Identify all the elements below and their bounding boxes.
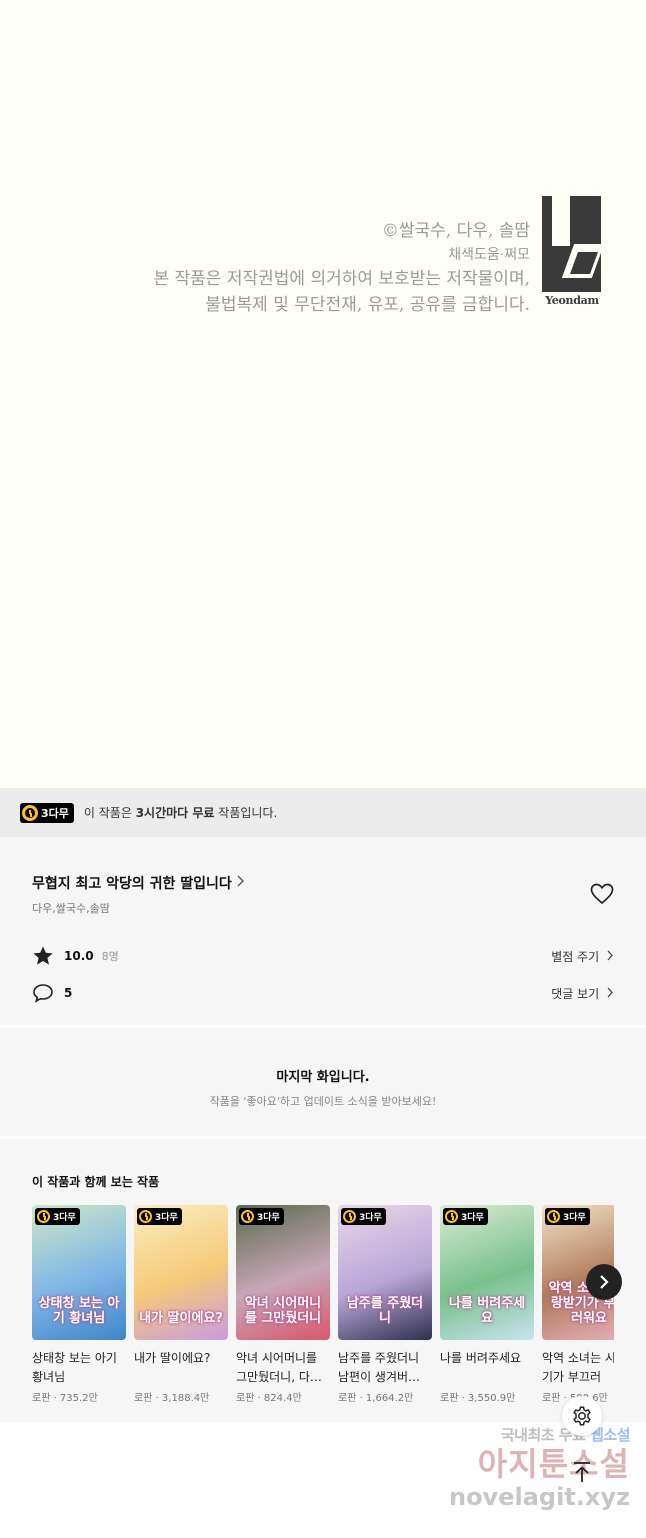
- publisher-logo: Yeondam: [542, 196, 602, 308]
- rating-value: 10.0: [64, 949, 94, 963]
- 3dam-badge: 3다무: [239, 1208, 284, 1225]
- 3dam-badge: 3다무: [545, 1208, 590, 1225]
- clock-icon: [445, 1210, 458, 1223]
- badge-label: 3다무: [563, 1213, 586, 1223]
- rec-cover: 3다무 남주를 주웠더니: [338, 1205, 432, 1340]
- rec-cover: 3다무 내가 딸이에요?: [134, 1205, 228, 1340]
- 3dam-badge: 3다무: [137, 1208, 182, 1225]
- recommendations-carousel: 3다무 상태창 보는 아기 황녀님 상태창 보는 아기 황녀님 로판 · 735…: [32, 1205, 614, 1405]
- badge-label: 3다무: [41, 806, 69, 820]
- credit-line-coloring: 채색도움·쩌모: [448, 247, 530, 263]
- comment-count: 5: [64, 986, 73, 1000]
- watermark-line2: 아지툰소설: [477, 1445, 630, 1483]
- rec-title: 악녀 시어머니를 그만뒀더니, 다…: [236, 1351, 322, 1384]
- rec-title: 상태창 보는 아기 황녀님: [32, 1351, 117, 1384]
- rec-card[interactable]: 3다무 상태창 보는 아기 황녀님 상태창 보는 아기 황녀님 로판 · 735…: [32, 1205, 126, 1404]
- clock-icon: [22, 804, 38, 821]
- speech-bubble-icon: [32, 982, 54, 1004]
- badge-label: 3다무: [359, 1213, 382, 1223]
- copyright-credits: ©쌀국수, 다우, 솔땀 채색도움·쩌모 본 작품은 저작권법에 의거하여 보호…: [153, 218, 530, 318]
- last-episode-subtitle: 작품을 '좋아요'하고 업데이트 소식을 받아보세요!: [209, 1095, 437, 1108]
- rec-card[interactable]: 3다무 악녀 시어머니를 그만뒀더니 악녀 시어머니를 그만뒀더니, 다… 로판…: [236, 1205, 330, 1404]
- star-filled-icon: [32, 945, 54, 967]
- series-info: 무협지 최고 악당의 귀한 딸입니다 다우,쌀국수,솔땀 10.0 8명 별점 …: [0, 837, 646, 1025]
- badge-label: 3다무: [257, 1213, 280, 1223]
- free-every-3h-banner: 3다무 이 작품은 3시간마다 무료 작품입니다.: [0, 788, 646, 837]
- rec-meta: 로판 · 735.2만: [32, 1393, 98, 1404]
- rec-meta: 로판 · 3,550.9만: [440, 1393, 516, 1404]
- comment-row: 5 댓글 보기: [32, 982, 614, 1004]
- clock-icon: [37, 1210, 50, 1223]
- rec-card[interactable]: 3다무 나를 버려주세요 나를 버려주세요 로판 · 3,550.9만: [440, 1205, 534, 1404]
- watermark-url: novelagit.xyz: [448, 1483, 630, 1511]
- rating-row: 10.0 8명 별점 주기: [32, 945, 614, 967]
- 3dam-badge: 3다무: [35, 1208, 80, 1225]
- cover-title: 남주를 주웠더니: [346, 1296, 424, 1326]
- rec-card[interactable]: 3다무 악역 소녀는 사랑받기가 부끄러워요 악역 소녀는 시 받기가 부끄러 …: [542, 1205, 614, 1404]
- scroll-top-icon: [574, 1462, 590, 1482]
- site-watermark: 국내최초 무료 웹소설 아지툰소설 novelagit.xyz: [430, 1424, 631, 1511]
- clock-icon: [139, 1210, 152, 1223]
- carousel-next-button[interactable]: [586, 1264, 622, 1300]
- clock-icon: [547, 1210, 560, 1223]
- publisher-logo-text: Yeondam: [545, 294, 599, 307]
- series-authors: 다우,쌀국수,솔땀: [32, 902, 110, 915]
- rec-card[interactable]: 3다무 남주를 주웠더니 남주를 주웠더니 남편이 생겨버… 로판 · 1,66…: [338, 1205, 432, 1404]
- comic-panel: ©쌀국수, 다우, 솔땀 채색도움·쩌모 본 작품은 저작권법에 의거하여 보호…: [0, 0, 646, 788]
- cover-title: 내가 딸이에요?: [139, 1311, 223, 1326]
- rec-card[interactable]: 3다무 내가 딸이에요? 내가 딸이에요? 로판 · 3,188.4만: [134, 1205, 228, 1404]
- rec-title: 나를 버려주세요: [440, 1351, 522, 1365]
- banner-text-suffix: 작품입니다.: [214, 806, 278, 820]
- rec-title: 악역 소녀는 시 받기가 부끄러: [542, 1351, 614, 1384]
- recommendations-section: 이 작품과 함께 보는 작품 3다무 상태창 보는 아기 황녀님 상태창 보는 …: [0, 1139, 646, 1422]
- rec-cover: 3다무 악녀 시어머니를 그만뒀더니: [236, 1205, 330, 1340]
- last-episode-title: 마지막 화입니다.: [276, 1070, 370, 1085]
- clock-icon: [241, 1210, 254, 1223]
- credit-line-prohibition: 불법복제 및 무단전재, 유포, 공유를 금합니다.: [205, 295, 530, 315]
- 3dam-badge: 3다무: [341, 1208, 386, 1225]
- cover-title: 나를 버려주세요: [448, 1296, 526, 1326]
- rate-button[interactable]: 별점 주기: [551, 948, 614, 965]
- banner-text-prefix: 이 작품은: [83, 806, 136, 820]
- series-title-link[interactable]: 무협지 최고 악당의 귀한 딸입니다: [32, 873, 244, 893]
- rate-button-label: 별점 주기: [551, 949, 600, 964]
- rec-cover: 3다무 상태창 보는 아기 황녀님: [32, 1205, 126, 1340]
- rating-count: 8명: [101, 950, 119, 963]
- chevron-right-icon: [236, 875, 244, 891]
- scroll-top-button[interactable]: [566, 1456, 598, 1488]
- credit-line-authors: ©쌀국수, 다우, 솔땀: [381, 221, 530, 241]
- 3dam-badge: 3다무: [20, 802, 74, 823]
- comments-button-label: 댓글 보기: [551, 986, 600, 1001]
- rec-meta: 로판 · 824.4만: [236, 1393, 302, 1404]
- comments-button[interactable]: 댓글 보기: [551, 985, 614, 1002]
- banner-text-bold: 3시간마다 무료: [135, 806, 215, 820]
- rec-meta: 로판 · 3,188.4만: [134, 1393, 210, 1404]
- series-title: 무협지 최고 악당의 귀한 딸입니다: [32, 876, 232, 892]
- cover-title: 상태창 보는 아기 황녀님: [38, 1296, 120, 1326]
- 3dam-badge: 3다무: [443, 1208, 488, 1225]
- recommendations-heading: 이 작품과 함께 보는 작품: [32, 1175, 160, 1189]
- heart-outline-icon[interactable]: [590, 883, 614, 905]
- rec-title: 내가 딸이에요?: [134, 1351, 211, 1365]
- rec-meta: 로판 · 1,664.2만: [338, 1393, 414, 1404]
- badge-label: 3다무: [155, 1213, 178, 1223]
- viewer-settings-button[interactable]: [562, 1396, 602, 1436]
- gear-icon: [573, 1406, 591, 1426]
- rec-cover: 3다무 나를 버려주세요: [440, 1205, 534, 1340]
- chevron-right-icon: [600, 1275, 609, 1289]
- cover-title: 악녀 시어머니를 그만뒀더니: [244, 1296, 322, 1326]
- last-episode-notice: 마지막 화입니다. 작품을 '좋아요'하고 업데이트 소식을 받아보세요!: [0, 1028, 646, 1136]
- badge-label: 3다무: [53, 1213, 76, 1223]
- badge-label: 3다무: [461, 1213, 484, 1223]
- clock-icon: [343, 1210, 356, 1223]
- chevron-right-icon: [607, 987, 613, 997]
- rec-title: 남주를 주웠더니 남편이 생겨버…: [338, 1351, 421, 1384]
- chevron-right-icon: [607, 950, 613, 960]
- credit-line-copyright: 본 작품은 저작권법에 의거하여 보호받는 저작물이며,: [153, 269, 530, 289]
